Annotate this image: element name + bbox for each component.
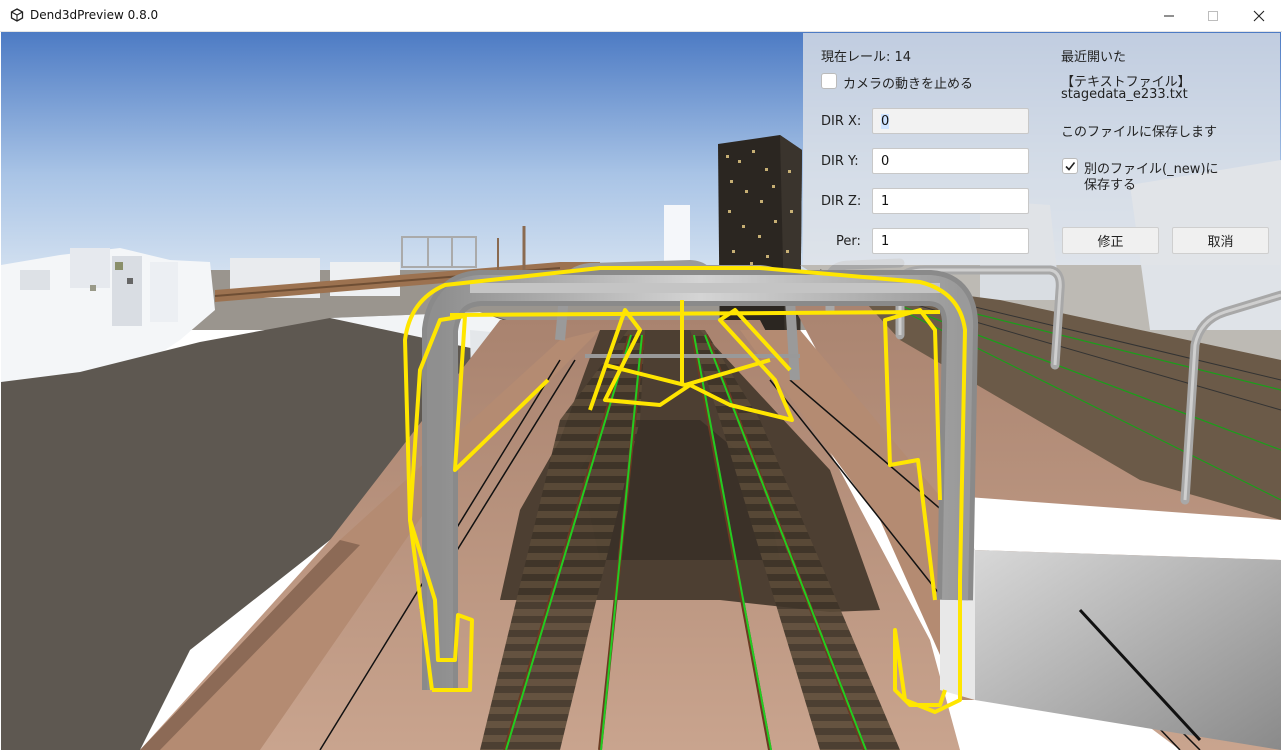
dir-z-label: DIR Z: (821, 194, 862, 209)
cancel-button-label: 取消 (1207, 235, 1234, 250)
minimize-icon (1164, 15, 1174, 16)
maximize-button (1190, 0, 1236, 31)
minimize-button[interactable] (1146, 0, 1192, 31)
stop-camera-checkbox[interactable] (821, 73, 837, 89)
dir-z-value: 1 (881, 194, 890, 209)
close-icon (1253, 10, 1265, 21)
recent-file-name[interactable]: stagedata_e233.txt (1061, 87, 1188, 102)
dir-x-input[interactable]: 0 (872, 108, 1029, 134)
window-title: Dend3dPreview 0.8.0 (30, 8, 159, 22)
dir-x-label: DIR X: (821, 114, 862, 129)
dir-y-input[interactable]: 0 (872, 148, 1029, 174)
modify-button[interactable]: 修正 (1062, 227, 1159, 254)
checkmark-icon (1065, 162, 1076, 171)
recent-heading: 最近開いた (1061, 50, 1127, 65)
dir-z-input[interactable]: 1 (872, 188, 1029, 214)
modify-button-label: 修正 (1097, 235, 1124, 250)
dir-y-label: DIR Y: (821, 154, 859, 169)
close-button[interactable] (1236, 0, 1282, 31)
dir-x-value: 0 (881, 114, 890, 129)
maximize-icon (1208, 10, 1218, 21)
stop-camera-label: カメラの動きを止める (843, 77, 974, 92)
save-other-file-checkbox[interactable] (1062, 158, 1078, 174)
cancel-button[interactable]: 取消 (1172, 227, 1269, 254)
per-value: 1 (881, 234, 890, 249)
dir-y-value: 0 (881, 154, 890, 169)
unity-logo-icon (10, 8, 24, 22)
per-label: Per: (836, 234, 861, 249)
save-to-this-file-text: このファイルに保存します (1061, 125, 1218, 140)
per-input[interactable]: 1 (872, 228, 1029, 254)
save-other-file-label-line2: 保存する (1084, 178, 1137, 193)
current-rail-label: 現在レール: 14 (821, 50, 912, 65)
title-bar: Dend3dPreview 0.8.0 (0, 0, 1282, 32)
